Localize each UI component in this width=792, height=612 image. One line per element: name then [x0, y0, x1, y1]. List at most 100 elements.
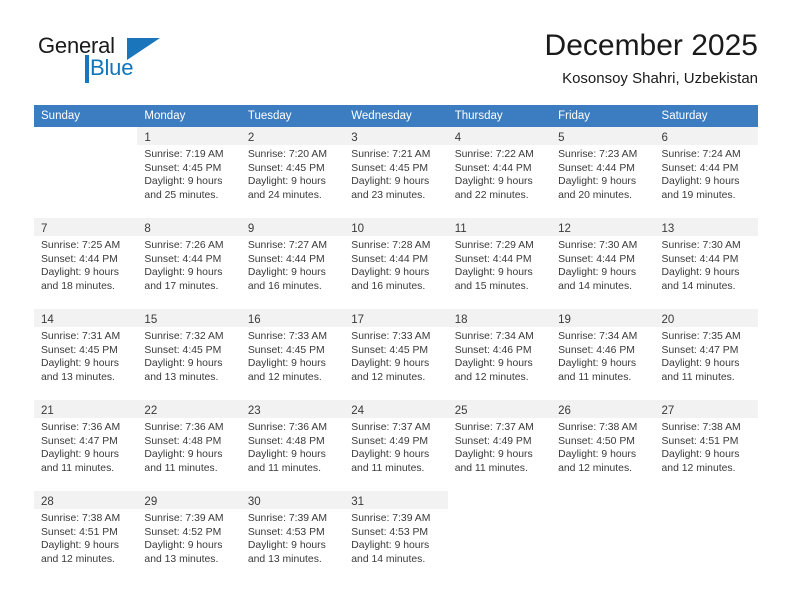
calendar-cell [551, 490, 655, 581]
calendar-page: General Blue December 2025 Kosonsoy Shah… [0, 0, 792, 612]
day-detail-line: and 12 minutes. [558, 462, 633, 474]
calendar-day[interactable]: 17 Sunrise: 7:33 AM Sunset: 4:45 PM Dayligh… [344, 309, 448, 399]
day-number-bar: 2 [240, 127, 345, 145]
day-detail-line: Daylight: 9 hours [144, 449, 223, 461]
day-detail-line: Sunrise: 7:33 AM [247, 331, 327, 342]
calendar-day[interactable]: 31 Sunrise: 7:39 AM Sunset: 4:53 PM Dayligh… [344, 491, 448, 581]
day-number: 27 [661, 405, 675, 417]
day-detail-line: Daylight: 9 hours [558, 449, 637, 461]
calendar-day[interactable]: 2 Sunrise: 7:20 AM Sunset: 4:45 PM Daylight… [240, 127, 345, 217]
day-detail-line: Sunset: 4:44 PM [661, 162, 739, 174]
calendar-day[interactable]: 23 Sunrise: 7:36 AM Sunset: 4:48 PM Dayligh… [240, 400, 345, 490]
day-detail-line: Sunrise: 7:33 AM [351, 331, 431, 342]
calendar-cell: 24 Sunrise: 7:37 AM Sunset: 4:49 PM Dayligh… [344, 399, 448, 491]
day-detail-line: Sunset: 4:45 PM [41, 344, 118, 356]
calendar-day[interactable]: 16 Sunrise: 7:33 AM Sunset: 4:45 PM Dayligh… [240, 309, 345, 399]
calendar-day[interactable]: 15 Sunrise: 7:32 AM Sunset: 4:45 PM Dayligh… [137, 309, 241, 399]
calendar-day[interactable]: 20 Sunrise: 7:35 AM Sunset: 4:47 PM Dayligh… [654, 309, 758, 399]
calendar-day[interactable]: 3 Sunrise: 7:21 AM Sunset: 4:45 PM Daylight… [344, 127, 448, 217]
calendar-cell [34, 127, 137, 218]
calendar-cell: 10 Sunrise: 7:28 AM Sunset: 4:44 PM Dayligh… [344, 217, 448, 309]
calendar-day[interactable]: 1 Sunrise: 7:19 AM Sunset: 4:45 PM Daylight… [137, 127, 241, 217]
day-details: Sunrise: 7:36 AM Sunset: 4:48 PM Daylight:… [137, 418, 240, 475]
day-detail-line: Sunrise: 7:23 AM [558, 149, 638, 160]
calendar-cell: 25 Sunrise: 7:37 AM Sunset: 4:49 PM Dayligh… [447, 399, 552, 491]
calendar-cell: 1 Sunrise: 7:19 AM Sunset: 4:45 PM Daylight… [137, 127, 241, 218]
day-number-bar [448, 491, 551, 509]
calendar-day[interactable]: 26 Sunrise: 7:38 AM Sunset: 4:50 PM Dayligh… [551, 400, 655, 490]
calendar-cell: 28 Sunrise: 7:38 AM Sunset: 4:51 PM Dayligh… [34, 490, 138, 581]
day-detail-line: Sunrise: 7:38 AM [41, 513, 121, 524]
day-detail-line: and 15 minutes. [454, 280, 529, 292]
day-detail-line: Sunset: 4:49 PM [454, 435, 532, 447]
title-block: December 2025 Kosonsoy Shahri, Uzbekista… [545, 28, 758, 88]
calendar-day[interactable]: 22 Sunrise: 7:36 AM Sunset: 4:48 PM Dayligh… [137, 400, 241, 490]
calendar-day[interactable]: 9 Sunrise: 7:27 AM Sunset: 4:44 PM Daylight… [240, 218, 345, 308]
day-details: Sunrise: 7:27 AM Sunset: 4:44 PM Daylight:… [241, 236, 344, 293]
day-detail-line: and 12 minutes. [454, 371, 529, 383]
day-number: 20 [661, 314, 675, 326]
month-calendar: Sunday Monday Tuesday Wednesday Thursday… [34, 105, 758, 581]
day-number: 9 [247, 223, 255, 235]
day-detail-line: Daylight: 9 hours [247, 449, 326, 461]
page-header: General Blue December 2025 Kosonsoy Shah… [34, 28, 758, 100]
day-detail-line: Daylight: 9 hours [247, 540, 326, 552]
day-detail-line: and 12 minutes. [247, 371, 322, 383]
calendar-day[interactable]: 19 Sunrise: 7:34 AM Sunset: 4:46 PM Dayligh… [551, 309, 655, 399]
calendar-week-row: 1 Sunrise: 7:19 AM Sunset: 4:45 PM Daylight… [34, 127, 758, 218]
calendar-day[interactable]: 29 Sunrise: 7:39 AM Sunset: 4:52 PM Dayligh… [137, 491, 241, 581]
weekday-header-friday: Friday [551, 105, 655, 127]
day-detail-line: Sunset: 4:45 PM [144, 344, 222, 356]
day-details: Sunrise: 7:34 AM Sunset: 4:46 PM Daylight:… [448, 327, 551, 384]
calendar-day[interactable]: 14 Sunrise: 7:31 AM Sunset: 4:45 PM Dayligh… [34, 309, 138, 399]
day-number-bar [34, 127, 137, 145]
day-detail-line: Sunset: 4:51 PM [41, 526, 118, 538]
day-detail-line: Daylight: 9 hours [558, 176, 637, 188]
calendar-cell: 13 Sunrise: 7:30 AM Sunset: 4:44 PM Dayligh… [654, 217, 758, 309]
calendar-day[interactable]: 5 Sunrise: 7:23 AM Sunset: 4:44 PM Daylight… [551, 127, 655, 217]
calendar-cell: 19 Sunrise: 7:34 AM Sunset: 4:46 PM Dayligh… [551, 308, 655, 400]
day-details: Sunrise: 7:35 AM Sunset: 4:47 PM Daylight:… [655, 327, 758, 384]
day-detail-line: Sunset: 4:53 PM [247, 526, 325, 538]
day-number-bar: 29 [137, 491, 241, 509]
calendar-cell: 21 Sunrise: 7:36 AM Sunset: 4:47 PM Dayligh… [34, 399, 138, 491]
day-number-bar: 6 [654, 127, 758, 145]
calendar-day[interactable]: 12 Sunrise: 7:30 AM Sunset: 4:44 PM Dayligh… [551, 218, 655, 308]
calendar-cell: 14 Sunrise: 7:31 AM Sunset: 4:45 PM Dayligh… [34, 308, 138, 400]
calendar-day[interactable]: 11 Sunrise: 7:29 AM Sunset: 4:44 PM Dayligh… [447, 218, 552, 308]
calendar-day[interactable]: 30 Sunrise: 7:39 AM Sunset: 4:53 PM Dayligh… [240, 491, 345, 581]
calendar-cell: 23 Sunrise: 7:36 AM Sunset: 4:48 PM Dayligh… [240, 399, 345, 491]
day-detail-line: Daylight: 9 hours [351, 358, 430, 370]
day-number: 15 [144, 314, 158, 326]
calendar-day[interactable]: 6 Sunrise: 7:24 AM Sunset: 4:44 PM Daylight… [654, 127, 758, 217]
calendar-cell [447, 490, 552, 581]
calendar-day[interactable]: 27 Sunrise: 7:38 AM Sunset: 4:51 PM Dayligh… [654, 400, 758, 490]
day-detail-line: and 16 minutes. [247, 280, 322, 292]
day-number-bar: 7 [34, 218, 138, 236]
day-details: Sunrise: 7:24 AM Sunset: 4:44 PM Daylight:… [655, 145, 758, 202]
brand-logo[interactable]: General Blue [34, 28, 244, 88]
day-number-bar: 30 [240, 491, 345, 509]
calendar-day[interactable]: 21 Sunrise: 7:36 AM Sunset: 4:47 PM Dayligh… [34, 400, 138, 490]
calendar-day[interactable]: 8 Sunrise: 7:26 AM Sunset: 4:44 PM Daylight… [137, 218, 241, 308]
day-detail-line: Sunrise: 7:31 AM [41, 331, 121, 342]
calendar-cell [654, 490, 758, 581]
calendar-day[interactable]: 7 Sunrise: 7:25 AM Sunset: 4:44 PM Daylight… [34, 218, 138, 308]
calendar-cell: 2 Sunrise: 7:20 AM Sunset: 4:45 PM Daylight… [240, 127, 345, 218]
day-details: Sunrise: 7:25 AM Sunset: 4:44 PM Daylight:… [34, 236, 137, 293]
day-details: Sunrise: 7:39 AM Sunset: 4:53 PM Daylight:… [344, 509, 447, 566]
calendar-day[interactable]: 10 Sunrise: 7:28 AM Sunset: 4:44 PM Dayligh… [344, 218, 448, 308]
calendar-day[interactable]: 24 Sunrise: 7:37 AM Sunset: 4:49 PM Dayligh… [344, 400, 448, 490]
calendar-day[interactable]: 13 Sunrise: 7:30 AM Sunset: 4:44 PM Dayligh… [654, 218, 758, 308]
calendar-day[interactable]: 18 Sunrise: 7:34 AM Sunset: 4:46 PM Dayligh… [447, 309, 552, 399]
calendar-day[interactable]: 4 Sunrise: 7:22 AM Sunset: 4:44 PM Daylight… [447, 127, 552, 217]
day-detail-line: Sunset: 4:44 PM [558, 253, 635, 265]
calendar-day[interactable]: 25 Sunrise: 7:37 AM Sunset: 4:49 PM Dayligh… [447, 400, 552, 490]
calendar-day[interactable]: 28 Sunrise: 7:38 AM Sunset: 4:51 PM Dayligh… [34, 491, 138, 581]
calendar-cell: 30 Sunrise: 7:39 AM Sunset: 4:53 PM Dayligh… [240, 490, 345, 581]
weekday-header-tuesday: Tuesday [240, 105, 345, 127]
day-details: Sunrise: 7:37 AM Sunset: 4:49 PM Daylight:… [448, 418, 551, 475]
day-details: Sunrise: 7:36 AM Sunset: 4:48 PM Daylight:… [241, 418, 344, 475]
day-number: 2 [247, 132, 255, 144]
day-number: 17 [351, 314, 365, 326]
